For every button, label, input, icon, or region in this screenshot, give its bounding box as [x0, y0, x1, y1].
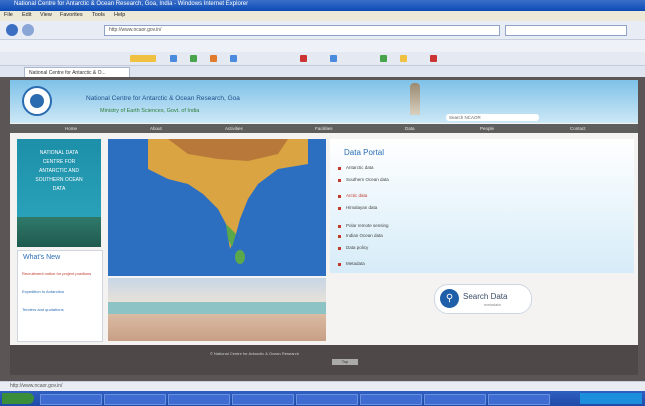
toolbar-icon[interactable] — [210, 55, 217, 62]
panel-title: Data Portal — [344, 148, 385, 157]
taskbar-item[interactable] — [488, 394, 550, 405]
taskbar-item[interactable] — [424, 394, 486, 405]
bullet-icon — [338, 247, 341, 250]
menu-view[interactable]: View — [40, 12, 52, 18]
panel-link[interactable]: Data policy — [346, 245, 368, 250]
menu-tools[interactable]: Tools — [92, 12, 105, 18]
promo-text: NATIONAL DATA CENTRE FOR ANTARCTIC AND S… — [19, 149, 99, 194]
bullet-icon — [338, 263, 341, 266]
taskbar-item[interactable] — [40, 394, 102, 405]
panel-link[interactable]: Himalayan data — [346, 205, 377, 210]
search-icon: ⚲ — [440, 289, 459, 308]
back-button[interactable] — [6, 24, 18, 36]
nav-item-home[interactable]: Home — [65, 126, 77, 131]
tab-bar: National Centre for Antarctic & O... — [0, 66, 645, 78]
toolbar-icon[interactable] — [190, 55, 197, 62]
map-graphic — [148, 139, 308, 264]
whats-new-item[interactable]: Expedition to Antarctica — [22, 289, 98, 294]
bullet-icon — [338, 235, 341, 238]
site-subtitle: Ministry of Earth Sciences, Govt. of Ind… — [100, 108, 200, 114]
site-title: National Centre for Antarctic & Ocean Re… — [86, 95, 240, 102]
address-bar: http://www.ncaor.gov.in/ — [0, 21, 645, 40]
bullet-icon — [338, 225, 341, 228]
nav-item-about[interactable]: About — [150, 126, 162, 131]
menu-file[interactable]: File — [4, 12, 13, 18]
toolbar-icon[interactable] — [400, 55, 407, 62]
promo-line: SOUTHERN OCEAN — [35, 177, 83, 183]
promo-line: ANTARCTIC AND — [39, 168, 79, 174]
search-data-label: Search Data — [463, 292, 508, 301]
whats-new-item[interactable]: Tenders and quotations — [22, 307, 98, 312]
taskbar-item[interactable] — [296, 394, 358, 405]
search-data-button[interactable]: ⚲ Search Data metadata — [434, 284, 532, 314]
taskbar-item[interactable] — [232, 394, 294, 405]
panel-link[interactable]: Arctic data — [346, 193, 367, 198]
tower-illustration — [410, 83, 420, 115]
whats-new-title: What's New — [23, 254, 61, 261]
nav-item-facilities[interactable]: Facilities — [315, 126, 333, 131]
promo-line: NATIONAL DATA — [39, 150, 79, 156]
toolbar-icon[interactable] — [380, 55, 387, 62]
toolbar-icon[interactable] — [430, 55, 437, 62]
beach-image — [108, 278, 326, 341]
links-bar — [0, 40, 645, 52]
island-shape — [235, 250, 245, 264]
promo-line: DATA — [52, 186, 66, 192]
nav-item-contact[interactable]: Contact — [570, 126, 586, 131]
search-data-sublabel: metadata — [484, 302, 501, 307]
toolbar-icon[interactable] — [330, 55, 337, 62]
forward-button[interactable] — [22, 24, 34, 36]
panel-link[interactable]: Southern Ocean data — [346, 177, 389, 182]
logo-emblem-icon — [30, 94, 44, 108]
toolbar-icon[interactable] — [300, 55, 307, 62]
toolbar-icon[interactable] — [170, 55, 177, 62]
system-tray — [580, 393, 642, 404]
panel-link[interactable]: Indian Ocean data — [346, 233, 383, 238]
site-nav: Home About Activities Facilities Data Pe… — [10, 124, 638, 133]
whats-new-item[interactable]: Recruitment notice for project positions — [22, 271, 98, 276]
taskbar — [0, 391, 645, 406]
site-search-input[interactable]: Search NCAOR — [446, 114, 539, 121]
promo-image — [17, 217, 101, 247]
bullet-icon — [338, 167, 341, 170]
nav-item-people[interactable]: People — [480, 126, 494, 131]
menu-help[interactable]: Help — [114, 12, 125, 18]
window-titlebar: National Centre for Antarctic & Ocean Re… — [0, 0, 645, 11]
site-logo[interactable] — [22, 86, 52, 116]
browser-search-input[interactable] — [505, 25, 627, 36]
panel-link[interactable]: Polar remote sensing — [346, 223, 389, 228]
menu-favorites[interactable]: Favorites — [60, 12, 83, 18]
menu-bar: File Edit View Favorites Tools Help — [0, 11, 645, 21]
start-button[interactable] — [2, 393, 34, 404]
promo-banner[interactable]: NATIONAL DATA CENTRE FOR ANTARCTIC AND S… — [17, 139, 101, 247]
window-title: National Centre for Antarctic & Ocean Re… — [14, 1, 249, 7]
status-text: http://www.ncaor.gov.in/ — [10, 383, 63, 389]
panel-link[interactable]: Antarctic data — [346, 165, 374, 170]
site-footer: © National Centre for Antarctic & Ocean … — [10, 345, 638, 375]
toolbar — [0, 52, 645, 66]
taskbar-item[interactable] — [104, 394, 166, 405]
nav-item-activities[interactable]: Activities — [225, 126, 243, 131]
panel-link[interactable]: Metadata — [346, 261, 365, 266]
toolbar-highlight-button[interactable] — [130, 55, 156, 62]
url-input[interactable]: http://www.ncaor.gov.in/ — [104, 25, 500, 36]
beach-sea — [108, 302, 326, 314]
taskbar-item[interactable] — [168, 394, 230, 405]
data-portal-panel: Data Portal Antarctic data Southern Ocea… — [330, 139, 634, 273]
footer-text: © National Centre for Antarctic & Ocean … — [210, 351, 299, 356]
nav-item-data[interactable]: Data — [405, 126, 415, 131]
india-map-image — [108, 139, 326, 276]
whats-new-panel: What's New Recruitment notice for projec… — [17, 250, 103, 342]
toolbar-icon[interactable] — [230, 55, 237, 62]
menu-edit[interactable]: Edit — [22, 12, 31, 18]
taskbar-item[interactable] — [360, 394, 422, 405]
promo-line: CENTRE FOR — [42, 159, 76, 165]
bullet-icon — [338, 179, 341, 182]
footer-top-button[interactable]: Top — [332, 359, 358, 365]
bullet-icon — [338, 207, 341, 210]
bullet-icon — [338, 195, 341, 198]
